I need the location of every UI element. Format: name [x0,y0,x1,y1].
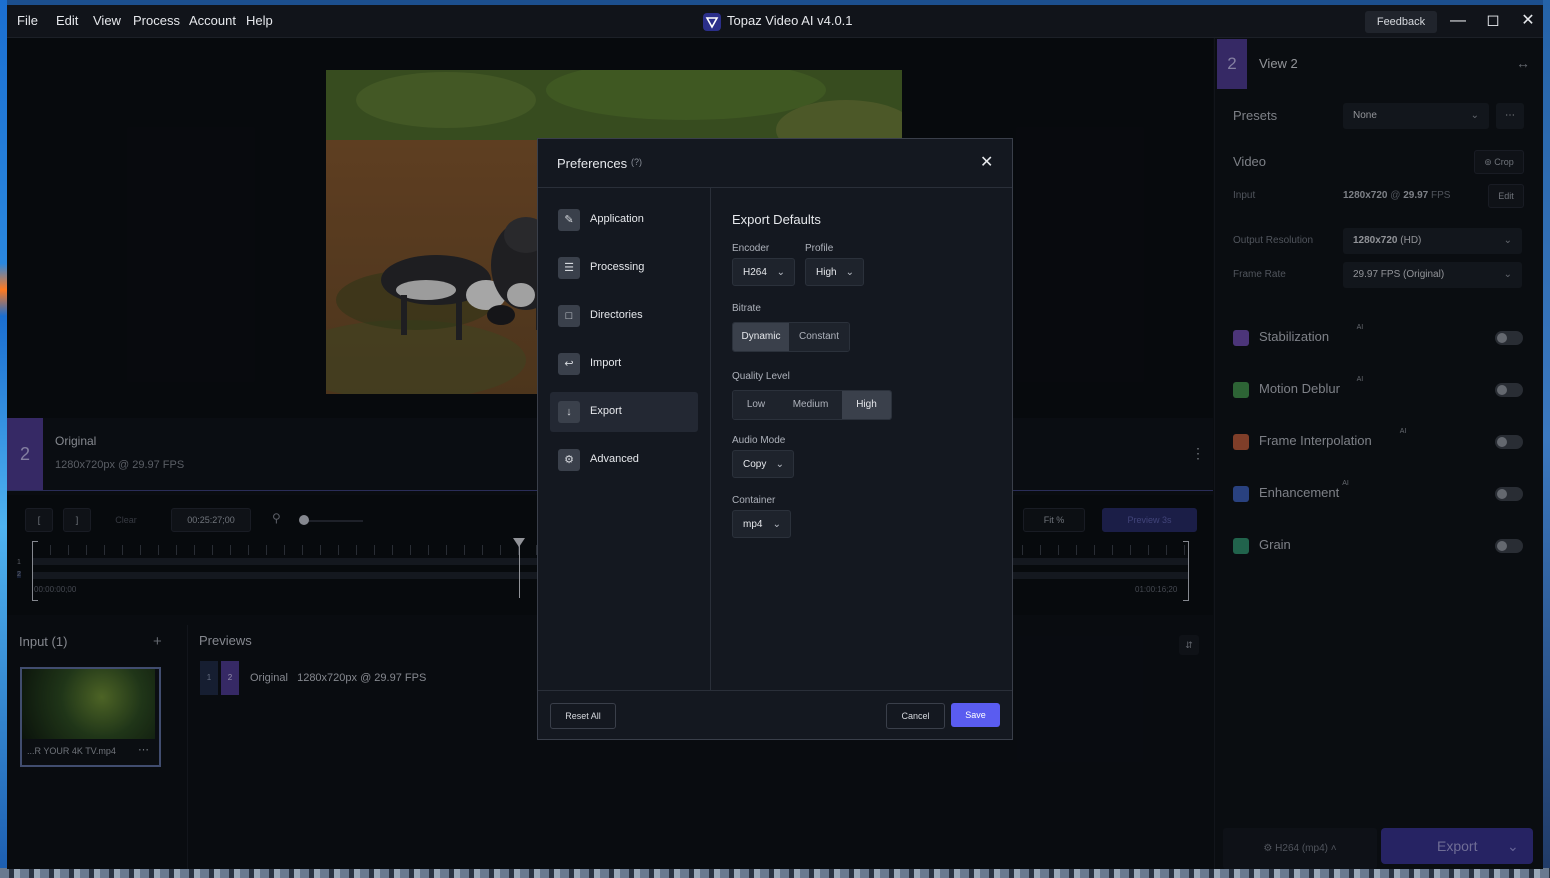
reset-all-button[interactable]: Reset All [550,703,616,729]
quality-option-high[interactable]: High [842,391,891,419]
import-icon: ↩ [558,353,580,375]
nav-divider [710,188,711,690]
nav-item-label: Application [590,213,644,225]
profile-value: High [816,267,837,278]
close-icon[interactable]: ✕ [980,152,993,172]
section-title: Export Defaults [732,212,821,227]
chevron-down-icon: ⌄ [772,519,781,530]
preferences-title: Preferences [557,156,628,171]
topaz-logo-icon [703,13,721,31]
nav-item-export[interactable]: ↓ Export [550,392,698,432]
footer-divider [538,690,1012,691]
quality-option-medium[interactable]: Medium [779,391,842,419]
menu-process[interactable]: Process [133,13,180,28]
quality-segmented: Low Medium High [732,390,892,420]
profile-select[interactable]: High ⌄ [805,258,864,286]
nav-item-application[interactable]: ✎ Application [550,200,698,240]
nav-item-processing[interactable]: ☰ Processing [550,248,698,288]
audio-mode-label: Audio Mode [732,435,786,446]
quality-option-low[interactable]: Low [733,391,779,419]
nav-item-import[interactable]: ↩ Import [550,344,698,384]
chevron-down-icon: ⌄ [845,267,854,278]
bitrate-label: Bitrate [732,303,761,314]
audio-mode-value: Copy [743,459,767,470]
menu-account[interactable]: Account [189,13,236,28]
nav-item-directories[interactable]: □ Directories [550,296,698,336]
encoder-label: Encoder [732,243,770,254]
audio-mode-select[interactable]: Copy ⌄ [732,450,794,478]
container-label: Container [732,495,776,506]
menu-view[interactable]: View [93,13,121,28]
cancel-button[interactable]: Cancel [886,703,945,729]
nav-item-label: Advanced [590,453,639,465]
close-window-icon[interactable]: ✕ [1516,11,1540,31]
menu-file[interactable]: File [17,13,38,28]
bitrate-option-dynamic[interactable]: Dynamic [733,323,789,351]
application-icon: ✎ [558,209,580,231]
encoder-value: H264 [743,267,767,278]
save-button[interactable]: Save [951,703,1000,727]
title-bar: File Edit View Process Account Help Topa… [7,5,1543,38]
nav-item-advanced[interactable]: ⚙ Advanced [550,440,698,480]
download-icon: ↓ [558,401,580,423]
container-value: mp4 [743,519,763,530]
nav-item-label: Export [590,405,622,417]
processing-icon: ☰ [558,257,580,279]
header-divider [538,187,1012,188]
menu-help[interactable]: Help [246,13,273,28]
encoder-select[interactable]: H264 ⌄ [732,258,795,286]
app-title: Topaz Video AI v4.0.1 [727,13,853,28]
chevron-down-icon: ⌄ [775,459,784,470]
quality-label: Quality Level [732,371,790,382]
bitrate-option-constant[interactable]: Constant [789,323,849,351]
nav-item-label: Directories [590,309,643,321]
menu-edit[interactable]: Edit [56,13,78,28]
folder-icon: □ [558,305,580,327]
desktop-background-right [1543,0,1550,878]
desktop-taskbar-strip [0,868,1550,878]
nav-item-label: Import [590,357,622,369]
help-icon[interactable]: (?) [631,157,642,167]
advanced-icon: ⚙ [558,449,580,471]
chevron-down-icon: ⌄ [776,267,785,278]
desktop-background-left [0,0,7,878]
container-select[interactable]: mp4 ⌄ [732,510,791,538]
maximize-icon[interactable]: ◻ [1481,11,1505,31]
profile-label: Profile [805,243,834,254]
preferences-nav: ✎ Application ☰ Processing □ Directories ↩ Impo… [550,200,700,480]
feedback-button[interactable]: Feedback [1365,11,1437,33]
bitrate-segmented: Dynamic Constant [732,322,850,352]
minimize-icon[interactable]: — [1446,11,1470,31]
nav-item-label: Processing [590,261,645,273]
